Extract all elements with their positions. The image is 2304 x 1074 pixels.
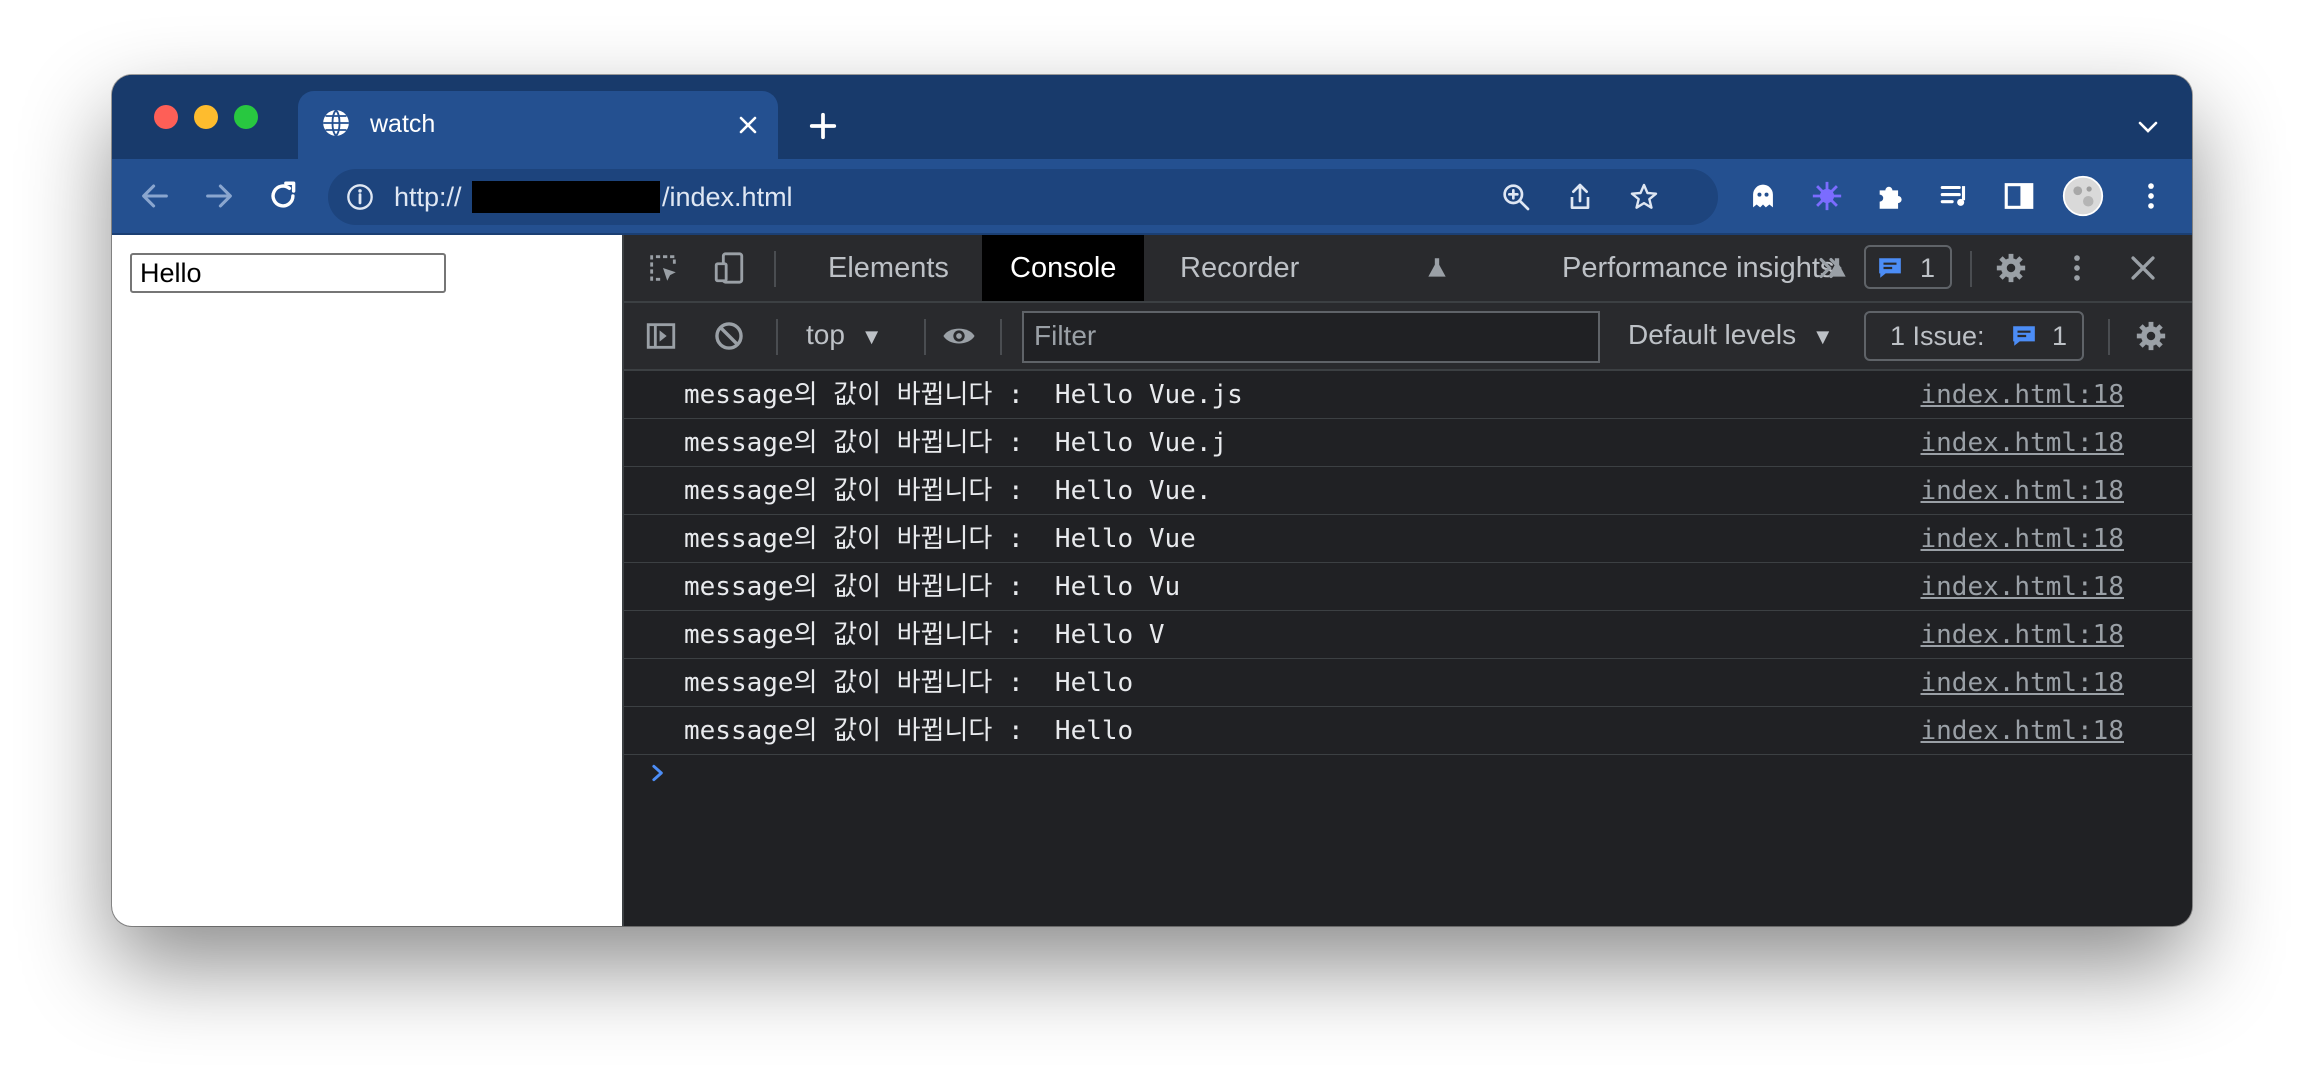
log-source-link[interactable]: index.html:18 [1921, 571, 2125, 603]
log-row: message의 값이 바뀝니다 : Hello Vue index.html:… [624, 515, 2192, 563]
redacted-host [472, 181, 660, 213]
globe-icon [323, 109, 349, 137]
close-tab-icon[interactable] [736, 113, 760, 137]
log-row: message의 값이 바뀝니다 : Hello Vue. index.html… [624, 467, 2192, 515]
separator [924, 319, 926, 355]
browser-toolbar: http:// /index.html [112, 159, 2192, 235]
messages-count: 1 [1920, 253, 1936, 283]
issues-count: 1 [2052, 321, 2068, 351]
tab-console[interactable]: Console [982, 235, 1145, 301]
reload-icon[interactable] [266, 179, 300, 213]
tab-title: watch [370, 110, 436, 138]
address-bar[interactable]: http:// /index.html [328, 169, 1718, 225]
context-select[interactable]: top ▼ [806, 317, 883, 355]
separator [1000, 319, 1002, 355]
tab-recorder[interactable]: Recorder [1152, 235, 1327, 301]
log-source-link[interactable]: index.html:18 [1921, 619, 2125, 651]
log-message: message의 값이 바뀝니다 : Hello V [684, 620, 1165, 650]
log-source-link[interactable]: index.html:18 [1921, 523, 2125, 555]
browser-window: watch http:// /index.html Hello Elements… [112, 75, 2192, 926]
log-message: message의 값이 바뀝니다 : Hello Vue [684, 524, 1196, 554]
back-icon[interactable] [138, 179, 172, 213]
message-icon [1879, 258, 1901, 278]
log-message: message의 값이 바뀝니다 : Hello Vue.j [684, 428, 1228, 458]
log-row: message의 값이 바뀝니다 : Hello V index.html:18 [624, 611, 2192, 659]
issues-label: 1 Issue: [1890, 321, 1985, 351]
puzzle-icon[interactable] [1874, 179, 1908, 213]
log-source-link[interactable]: index.html:18 [1921, 715, 2125, 747]
more-tabs-icon[interactable] [1814, 251, 1848, 285]
inspect-element-icon[interactable] [646, 251, 680, 285]
tab-strip: watch [112, 75, 2192, 159]
chevron-down-icon[interactable] [2136, 115, 2160, 139]
message-input[interactable]: Hello [130, 253, 446, 293]
forward-icon[interactable] [202, 179, 236, 213]
url-path: /index.html [662, 182, 793, 212]
url-prefix: http:// [394, 182, 462, 212]
maximize-window-button[interactable] [234, 105, 258, 129]
log-source-link[interactable]: index.html:18 [1921, 379, 2125, 411]
log-message: message의 값이 바뀝니다 : Hello Vue. [684, 476, 1212, 506]
messages-badge[interactable]: 1 [1864, 245, 1952, 289]
browser-tab[interactable]: watch [298, 91, 778, 159]
console-log: message의 값이 바뀝니다 : Hello Vue.js index.ht… [624, 371, 2192, 755]
log-message: message의 값이 바뀝니다 : Hello Vue.js [684, 380, 1243, 410]
gear-icon[interactable] [1994, 251, 2028, 285]
separator [776, 319, 778, 355]
sidebar-toggle-icon[interactable] [644, 319, 678, 353]
separator [774, 251, 776, 287]
kebab-menu-icon[interactable] [2060, 251, 2094, 285]
page-viewport: Hello [112, 235, 622, 926]
new-tab-icon[interactable] [808, 111, 838, 141]
console-prompt-icon[interactable] [648, 763, 668, 783]
separator [2108, 319, 2110, 355]
log-row: message의 값이 바뀝니다 : Hello Vue.js index.ht… [624, 371, 2192, 419]
kebab-menu-icon[interactable] [2134, 179, 2168, 213]
clear-console-icon[interactable] [712, 319, 746, 353]
dropdown-arrow-icon: ▼ [860, 324, 883, 349]
context-value: top [806, 319, 845, 350]
log-row: message의 값이 바뀝니다 : Hello index.html:18 [624, 659, 2192, 707]
log-message: message의 값이 바뀝니다 : Hello [684, 716, 1134, 746]
separator [1970, 251, 1972, 287]
log-row: message의 값이 바뀝니다 : Hello Vu index.html:1… [624, 563, 2192, 611]
reading-list-icon[interactable] [1938, 179, 1972, 213]
log-row: message의 값이 바뀝니다 : Hello index.html:18 [624, 707, 2192, 755]
log-source-link[interactable]: index.html:18 [1921, 475, 2125, 507]
devtools-panel: Elements Console Recorder Performance in… [622, 235, 2192, 926]
devtools-tabbar: Elements Console Recorder Performance in… [624, 235, 2192, 303]
log-message: message의 값이 바뀝니다 : Hello [684, 668, 1134, 698]
close-icon[interactable] [2126, 251, 2160, 285]
star-icon[interactable] [1628, 181, 1660, 213]
dropdown-arrow-icon: ▼ [1811, 324, 1834, 349]
log-message: message의 값이 바뀝니다 : Hello Vu [684, 572, 1181, 602]
close-window-button[interactable] [154, 105, 178, 129]
info-icon[interactable] [346, 183, 374, 211]
log-levels-label: Default levels [1628, 319, 1797, 350]
eye-icon[interactable] [942, 319, 976, 353]
sparkle-extension-icon[interactable] [1810, 179, 1844, 213]
zoom-icon[interactable] [1500, 181, 1532, 213]
log-levels-select[interactable]: Default levels ▼ [1628, 317, 1834, 355]
minimize-window-button[interactable] [194, 105, 218, 129]
gear-icon[interactable] [2134, 319, 2168, 353]
console-toolbar: top ▼ Filter Default levels ▼ 1 Issue: 1 [624, 303, 2192, 371]
filter-input[interactable]: Filter [1022, 311, 1600, 363]
log-row: message의 값이 바뀝니다 : Hello Vue.j index.htm… [624, 419, 2192, 467]
share-icon[interactable] [1564, 181, 1596, 213]
side-panel-icon[interactable] [2002, 179, 2036, 213]
log-source-link[interactable]: index.html:18 [1921, 427, 2125, 459]
message-icon [2013, 326, 2035, 346]
log-source-link[interactable]: index.html:18 [1921, 667, 2125, 699]
profile-avatar[interactable] [2062, 175, 2104, 217]
issues-button[interactable]: 1 Issue: 1 [1864, 311, 2084, 361]
ghost-extension-icon[interactable] [1746, 179, 1780, 213]
tab-elements[interactable]: Elements [800, 235, 977, 301]
device-toolbar-icon[interactable] [712, 251, 746, 285]
